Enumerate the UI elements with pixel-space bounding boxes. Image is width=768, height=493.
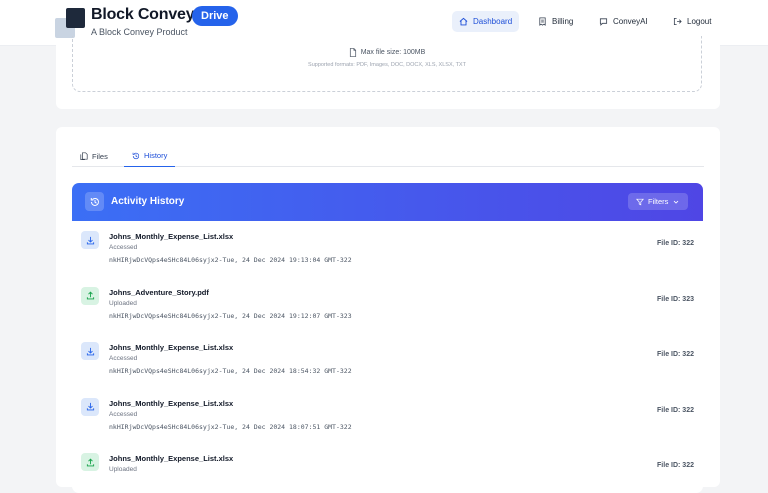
activity-history: Activity History Filters Johns_Monthly_E… <box>72 183 703 493</box>
upload-card: Max file size: 100MB Supported formats: … <box>56 36 720 109</box>
row-action: Accessed <box>109 355 138 362</box>
nav-billing-label: Billing <box>552 17 574 26</box>
files-panel: Files History Activity History Filters J… <box>56 127 720 493</box>
tab-history-label: History <box>144 151 168 160</box>
activity-list: Johns_Monthly_Expense_List.xlsx Accessed… <box>72 221 703 493</box>
row-file-name: Johns_Monthly_Expense_List.xlsx <box>109 454 234 463</box>
nav-dashboard[interactable]: Dashboard <box>452 11 520 32</box>
row-action: Uploaded <box>109 299 137 307</box>
filters-button[interactable]: Filters <box>628 193 689 210</box>
row-file-id: File ID: 323 <box>657 295 694 303</box>
activity-row[interactable]: Johns_Monthly_Expense_List.xlsx Uploaded… <box>72 443 703 493</box>
row-detail: nkHIRjwDcVQps4eSHc84L06syjx2-Tue, 24 Dec… <box>109 311 352 320</box>
row-icon-badge <box>81 342 99 360</box>
history-icon <box>90 197 99 206</box>
brand-name: Block Convey <box>91 6 195 23</box>
row-file-name: Johns_Monthly_Expense_List.xlsx <box>109 343 234 352</box>
upload-icon <box>86 458 94 466</box>
logo-square-front <box>66 8 85 28</box>
tab-files[interactable]: Files <box>80 145 108 167</box>
row-icon-badge <box>81 453 99 471</box>
tab-bar: Files History <box>72 145 704 167</box>
home-icon <box>459 17 468 26</box>
activity-row[interactable]: Johns_Adventure_Story.pdf Uploaded nkHIR… <box>72 277 703 333</box>
nav-logout-label: Logout <box>687 17 712 26</box>
row-action: Accessed <box>109 244 138 251</box>
supported-formats: Supported formats: PDF, Images, DOC, DOC… <box>308 62 466 68</box>
row-icon-badge <box>81 397 99 416</box>
upload-dropzone[interactable]: Max file size: 100MB Supported formats: … <box>72 36 702 92</box>
drive-badge: Drive <box>192 6 238 26</box>
logo[interactable] <box>55 8 85 38</box>
history-icon <box>132 152 140 159</box>
max-file-size-text: Max file size: 100MB <box>360 49 426 56</box>
row-detail: nkHIRjwDcVQps4eSHc84L06syjx2-Tue, 24 Dec… <box>109 422 352 431</box>
nav-conveyai[interactable]: ConveyAI <box>592 11 655 32</box>
tab-files-label: Files <box>92 151 108 161</box>
row-icon-badge <box>81 286 99 305</box>
filters-label: Filters <box>648 197 669 206</box>
nav-logout[interactable]: Logout <box>666 11 718 32</box>
row-file-name: Johns_Monthly_Expense_List.xlsx <box>109 232 234 241</box>
max-file-size: Max file size: 100MB <box>73 48 701 57</box>
filter-icon <box>636 198 644 205</box>
activity-row[interactable]: Johns_Monthly_Expense_List.xlsx Accessed… <box>72 221 703 277</box>
row-file-id: File ID: 322 <box>657 351 694 358</box>
upload-icon <box>86 291 94 300</box>
download-icon <box>86 402 94 411</box>
activity-title: Activity History <box>111 196 185 207</box>
download-icon <box>86 347 94 355</box>
row-icon-badge <box>81 231 99 249</box>
row-detail: nkHIRjwDcVQps4eSHc84L06syjx2-Tue, 24 Dec… <box>109 256 352 264</box>
history-header-icon <box>85 192 104 211</box>
activity-row[interactable]: Johns_Monthly_Expense_List.xlsx Accessed… <box>72 332 703 388</box>
row-file-name: Johns_Monthly_Expense_List.xlsx <box>109 398 234 408</box>
row-file-id: File ID: 322 <box>657 462 694 469</box>
row-file-name: Johns_Adventure_Story.pdf <box>109 287 209 297</box>
nav-billing[interactable]: Billing <box>531 11 580 32</box>
row-action: Accessed <box>109 410 138 418</box>
receipt-icon <box>539 17 546 26</box>
row-file-id: File ID: 322 <box>657 240 694 247</box>
file-icon <box>349 48 356 57</box>
row-detail: nkHIRjwDcVQps4eSHc84L06syjx2-Tue, 24 Dec… <box>109 367 352 375</box>
chevron-down-icon <box>674 200 679 204</box>
chat-icon <box>599 18 608 26</box>
files-icon <box>80 152 88 160</box>
row-file-id: File ID: 322 <box>657 406 694 414</box>
logout-icon <box>673 17 682 26</box>
nav-dashboard-label: Dashboard <box>473 17 513 26</box>
nav-conveyai-label: ConveyAI <box>613 17 648 26</box>
activity-row[interactable]: Johns_Monthly_Expense_List.xlsx Accessed… <box>72 388 703 444</box>
download-icon <box>86 236 94 244</box>
row-action: Uploaded <box>109 466 137 473</box>
activity-header: Activity History Filters <box>72 183 703 221</box>
tab-history[interactable]: History <box>124 145 176 167</box>
